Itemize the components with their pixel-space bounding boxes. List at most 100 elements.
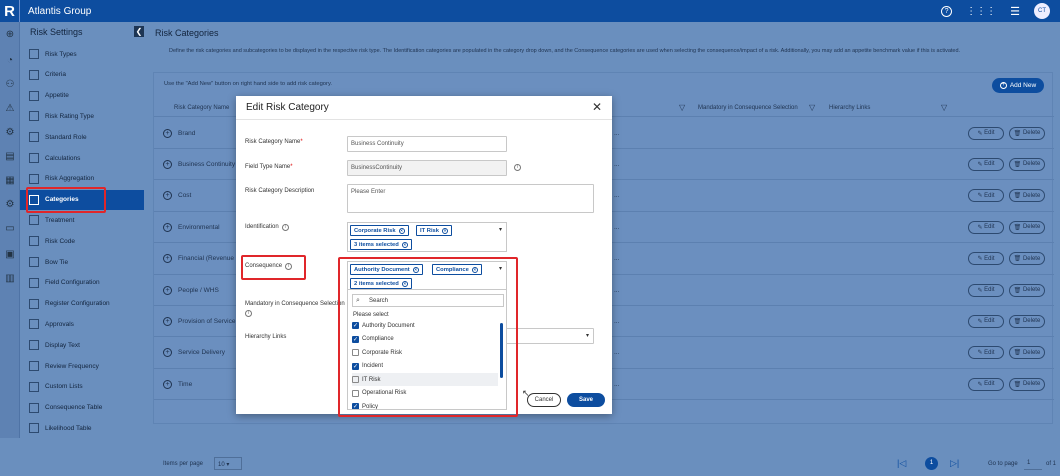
menu-icon[interactable]: ☰ <box>1010 5 1020 18</box>
sidebar-item-standard-role[interactable]: Standard Role <box>20 127 144 147</box>
filter-icon[interactable]: ▽ <box>941 103 947 112</box>
criteria-icon <box>29 69 39 80</box>
edit-button[interactable]: ✎ Edit <box>968 283 1004 297</box>
delete-button[interactable]: 🗑 Delete <box>1009 314 1045 328</box>
add-icon[interactable]: ⊕ <box>3 28 17 42</box>
expand-icon[interactable]: + <box>163 128 172 138</box>
items-per-page-select[interactable]: 10 ▾ <box>214 457 242 470</box>
edit-button[interactable]: ✎ Edit <box>968 126 1004 140</box>
expand-icon[interactable]: + <box>163 379 172 389</box>
apps-grid-icon[interactable]: ⋮⋮⋮ <box>966 6 996 17</box>
report-icon[interactable]: ▦ <box>3 174 17 188</box>
users-icon[interactable]: ⚇ <box>3 78 17 92</box>
page-number-current[interactable]: 1 <box>925 457 938 470</box>
field-config-icon <box>29 277 39 288</box>
sidebar-item-calculations[interactable]: Calculations <box>20 148 144 168</box>
chip-remove-icon[interactable]: × <box>398 227 405 234</box>
delete-button[interactable]: 🗑 Delete <box>1009 377 1045 391</box>
sidebar-item-appetite[interactable]: Appetite <box>20 86 144 106</box>
mandatory-label: Mandatory in Consequence Selection i <box>245 301 345 317</box>
filter-icon[interactable]: ▽ <box>679 103 685 112</box>
sidebar-item-treatment[interactable]: Treatment <box>20 210 144 230</box>
edit-button[interactable]: ✎ Edit <box>968 220 1004 234</box>
identification-multiselect[interactable]: Corporate Risk × IT Risk × 3 items selecte… <box>347 222 507 252</box>
sidebar-item-criteria[interactable]: Criteria <box>20 65 144 85</box>
expand-icon[interactable]: + <box>163 222 172 232</box>
edit-button[interactable]: ✎ Edit <box>968 346 1004 360</box>
edit-button[interactable]: ✎ Edit <box>968 377 1004 391</box>
add-new-button[interactable]: + Add New <box>992 78 1044 93</box>
sidebar-item-display-text[interactable]: Display Text <box>20 335 144 355</box>
custom-lists-icon <box>29 381 39 392</box>
category-name-input[interactable]: Business Continuity <box>347 136 507 152</box>
document-icon[interactable]: ▤ <box>3 150 17 164</box>
edit-button[interactable]: ✎ Edit <box>968 189 1004 203</box>
info-icon[interactable]: i <box>514 164 521 171</box>
info-icon[interactable]: i <box>245 310 252 317</box>
avatar[interactable]: CT <box>1034 3 1050 19</box>
edit-button[interactable]: ✎ Edit <box>968 252 1004 266</box>
sidebar-item-approvals[interactable]: Approvals <box>20 314 144 334</box>
divider <box>236 119 612 120</box>
trash-icon: 🗑 <box>1013 287 1022 294</box>
settings-sliders-icon[interactable]: ⚙ <box>3 126 17 140</box>
delete-button[interactable]: 🗑 Delete <box>1009 157 1045 171</box>
help-icon[interactable]: ? <box>941 5 953 17</box>
next-last-page-icon[interactable]: ▷| <box>950 458 959 469</box>
chevron-down-icon[interactable]: ▾ <box>499 226 502 233</box>
filter-icon[interactable]: ▽ <box>809 103 815 112</box>
cancel-button[interactable]: Cancel <box>527 393 561 407</box>
sidebar-item-risk-types[interactable]: Risk Types <box>20 44 144 64</box>
sidebar-item-risk-aggregation[interactable]: Risk Aggregation <box>20 169 144 189</box>
trash-icon: 🗑 <box>1013 193 1022 200</box>
first-prev-page-icon[interactable]: |◁ <box>897 458 906 469</box>
delete-button[interactable]: 🗑 Delete <box>1009 189 1045 203</box>
people-settings-icon[interactable]: ⚙ <box>3 198 17 212</box>
chart-icon[interactable]: ▣ <box>3 248 17 262</box>
col-header-hierarchy[interactable]: Hierarchy Links <box>829 105 870 111</box>
app-logo[interactable]: R <box>0 0 20 22</box>
delete-button[interactable]: 🗑 Delete <box>1009 126 1045 140</box>
go-to-page-input[interactable]: 1 <box>1024 457 1042 470</box>
dashboard-icon[interactable]: ◔ <box>3 54 17 68</box>
sidebar-item-risk-code[interactable]: Risk Code <box>20 231 144 251</box>
monitor-icon[interactable]: ▭ <box>3 222 17 236</box>
chip-remove-icon[interactable]: × <box>401 241 408 248</box>
edit-button[interactable]: ✎ Edit <box>968 314 1004 328</box>
icon-rail: ⊕ ◔ ⚇ ⚠ ⚙ ▤ ▦ ⚙ ▭ ▣ ▥ <box>0 22 20 438</box>
col-header-mandatory[interactable]: Mandatory in Consequence Selection <box>698 105 798 111</box>
expand-icon[interactable]: + <box>163 316 172 326</box>
trash-icon: 🗑 <box>1013 381 1022 388</box>
delete-button[interactable]: 🗑 Delete <box>1009 252 1045 266</box>
sidebar-item-register-configuration[interactable]: Register Configuration <box>20 294 144 314</box>
warning-icon[interactable]: ⚠ <box>3 102 17 116</box>
chip-remove-icon[interactable]: × <box>442 227 449 234</box>
sidebar-item-field-configuration[interactable]: Field Configuration <box>20 273 144 293</box>
col-header-name[interactable]: Risk Category Name <box>174 105 229 111</box>
info-icon[interactable]: i <box>281 224 289 231</box>
chevron-down-icon[interactable]: ▾ <box>586 332 589 339</box>
collapse-panel-icon[interactable]: ❮ <box>134 26 144 37</box>
sidebar-item-review-frequency[interactable]: Review Frequency <box>20 356 144 376</box>
delete-button[interactable]: 🗑 Delete <box>1009 220 1045 234</box>
sidebar-item-risk-rating-type[interactable]: Risk Rating Type <box>20 106 144 126</box>
delete-button[interactable]: 🗑 Delete <box>1009 346 1045 360</box>
sidebar-item-custom-lists[interactable]: Custom Lists <box>20 377 144 397</box>
edit-button[interactable]: ✎ Edit <box>968 157 1004 171</box>
sheet-icon[interactable]: ▥ <box>3 272 17 286</box>
sidebar-item-bow-tie[interactable]: Bow Tie <box>20 252 144 272</box>
close-icon[interactable]: ✕ <box>592 100 602 114</box>
delete-button[interactable]: 🗑 Delete <box>1009 283 1045 297</box>
expand-icon[interactable]: + <box>163 254 172 264</box>
expand-icon[interactable]: + <box>163 348 172 358</box>
sidebar-item-label: Field Configuration <box>45 279 100 287</box>
description-textarea[interactable]: Please Enter <box>347 184 594 213</box>
sidebar-item-likelihood-table[interactable]: Likelihood Table <box>20 418 144 438</box>
trash-icon: 🗑 <box>1013 161 1022 168</box>
row-truncated-text: ... <box>614 317 620 325</box>
sidebar-item-consequence-table[interactable]: Consequence Table <box>20 398 144 418</box>
expand-icon[interactable]: + <box>163 191 172 201</box>
expand-icon[interactable]: + <box>163 285 172 295</box>
expand-icon[interactable]: + <box>163 159 172 169</box>
save-button[interactable]: Save <box>567 393 605 407</box>
